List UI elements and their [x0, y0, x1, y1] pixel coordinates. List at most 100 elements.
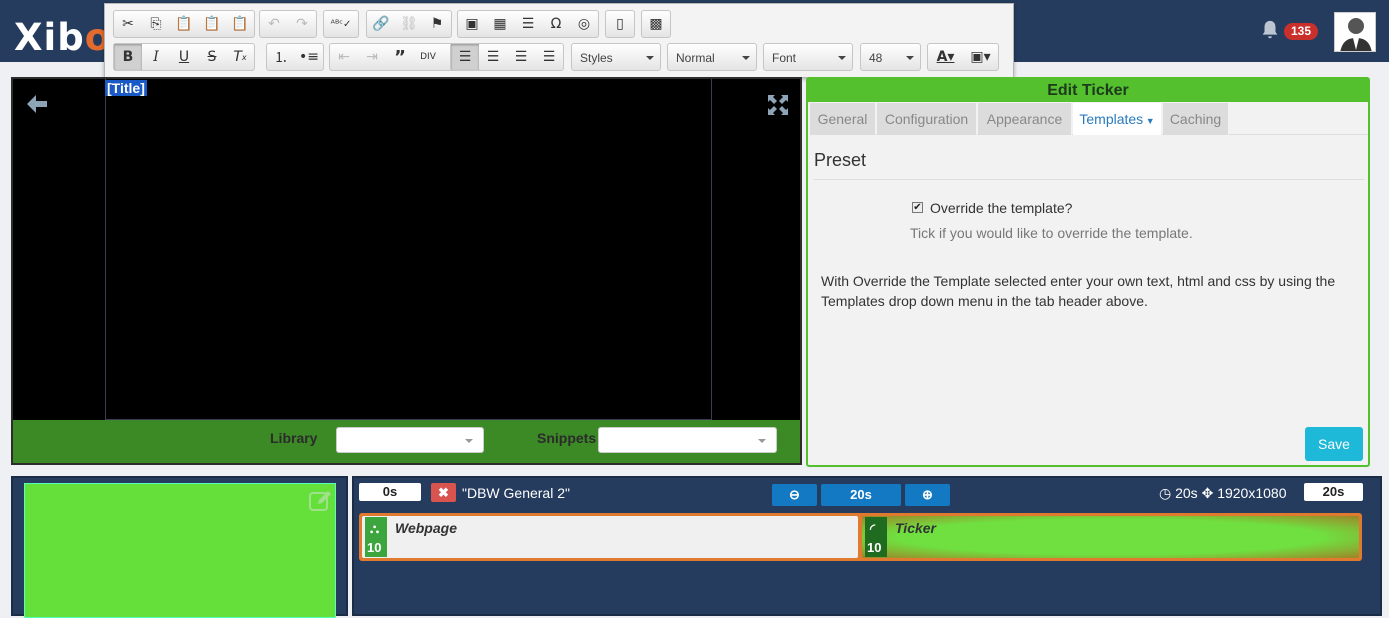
bell-icon[interactable]: [1259, 19, 1281, 41]
library-label: Library: [270, 430, 318, 446]
zoom-out-icon[interactable]: ⊖: [772, 484, 817, 506]
iframe-icon[interactable]: ◎: [570, 11, 598, 37]
align-justify-icon[interactable]: ☰: [535, 44, 563, 70]
text-color-icon[interactable]: A▾: [928, 44, 963, 70]
div-container-icon[interactable]: DIV: [414, 44, 442, 70]
align-left-icon[interactable]: ☰: [451, 44, 479, 70]
section-heading: Preset: [814, 150, 867, 170]
paste-word-icon[interactable]: 📋: [226, 11, 254, 37]
format-dropdown[interactable]: Normal: [667, 43, 757, 71]
undo-icon[interactable]: ↶: [260, 11, 288, 37]
align-right-icon[interactable]: ☰: [507, 44, 535, 70]
cut-icon[interactable]: ✂: [114, 11, 142, 37]
bold-icon[interactable]: B: [114, 44, 142, 70]
arrow-left-icon[interactable]: [25, 92, 49, 116]
tab-appearance[interactable]: Appearance: [978, 103, 1072, 135]
paste-text-icon[interactable]: 📋: [198, 11, 226, 37]
special-char-icon[interactable]: Ω: [542, 11, 570, 37]
duration: 20s: [1175, 485, 1198, 501]
align-center-icon[interactable]: ☰: [479, 44, 507, 70]
ticker-region[interactable]: [105, 79, 712, 420]
remove-format-icon[interactable]: Tx: [226, 44, 254, 70]
qr-group: ▩: [641, 10, 671, 38]
webpage-icon: ⛬ 10: [365, 517, 387, 557]
bulleted-list-icon[interactable]: •≡: [295, 44, 323, 70]
font-size-dropdown[interactable]: 48: [860, 43, 921, 71]
title-placeholder[interactable]: [Title]: [105, 80, 147, 96]
divider: [814, 179, 1364, 180]
spellcheck-icon[interactable]: ᴬᴮᶜ✓: [324, 11, 358, 37]
region-preview[interactable]: [24, 483, 336, 618]
editor-footer: Library Snippets: [13, 420, 800, 463]
indent-icon[interactable]: ⇥: [358, 44, 386, 70]
layout-preview-canvas: Library Snippets: [11, 77, 802, 465]
notification-badge[interactable]: 135: [1284, 23, 1319, 40]
image-icon[interactable]: ▣: [458, 11, 486, 37]
link-group: 🔗 ⛓ ⚑: [366, 10, 452, 38]
list-group: ⒈ •≡: [266, 43, 324, 71]
layout-name: "DBW General 2": [462, 485, 570, 501]
move-icon: ✥: [1201, 485, 1214, 501]
anchor-flag-icon[interactable]: ⚑: [423, 11, 451, 37]
font-dropdown[interactable]: Font: [763, 43, 853, 71]
styles-dropdown[interactable]: Styles: [571, 43, 661, 71]
clock-icon: ◷: [1159, 485, 1172, 501]
color-group: A▾ ▣▾: [927, 43, 999, 71]
tab-templates[interactable]: Templates ▼: [1073, 103, 1162, 135]
override-help-text: Tick if you would like to override the t…: [910, 225, 1193, 241]
align-group: ☰ ☰ ☰ ☰: [450, 43, 564, 71]
snippets-label: Snippets: [537, 430, 597, 446]
outdent-icon[interactable]: ⇤: [330, 44, 358, 70]
underline-icon[interactable]: U: [170, 44, 198, 70]
tab-caching[interactable]: Caching: [1163, 103, 1229, 135]
widget-ticker[interactable]: ◜ 10 Ticker: [862, 516, 1359, 558]
numbered-list-icon[interactable]: ⒈: [267, 44, 295, 70]
widget-ticker-title: Ticker: [895, 520, 936, 536]
timeline-end: 20s: [1304, 483, 1363, 501]
save-button[interactable]: Save: [1305, 427, 1363, 461]
edit-icon[interactable]: [309, 490, 333, 512]
widget-ticker-num: 10: [867, 540, 882, 555]
zoom-in-icon[interactable]: ⊕: [905, 484, 950, 506]
insert-group: ▣ ▦ ☰ Ω ◎: [457, 10, 599, 38]
horizontal-line-icon[interactable]: ☰: [514, 11, 542, 37]
timeline-panel: 0s ✖ "DBW General 2" ⊖ 20s ⊕ ◷ 20s ✥ 192…: [352, 476, 1382, 616]
tab-configuration[interactable]: Configuration: [877, 103, 977, 135]
region-preview-panel: [11, 476, 348, 618]
qr-code-icon[interactable]: ▩: [642, 11, 670, 37]
caret-down-icon: ▼: [1143, 116, 1155, 126]
library-select[interactable]: [336, 427, 484, 453]
avatar[interactable]: [1334, 12, 1376, 52]
timeline-start: 0s: [359, 483, 421, 501]
redo-icon[interactable]: ↷: [288, 11, 316, 37]
clipboard-group: ✂ ⎘ 📋 📋 📋: [113, 10, 255, 38]
source-group: ▯: [605, 10, 635, 38]
page-icon[interactable]: ▯: [606, 11, 634, 37]
fullscreen-icon[interactable]: [766, 93, 790, 117]
zoom-value[interactable]: 20s: [821, 484, 901, 506]
history-group: ↶ ↷: [259, 10, 317, 38]
panel-title: Edit Ticker: [808, 79, 1368, 102]
background-color-icon[interactable]: ▣▾: [963, 44, 998, 70]
table-icon[interactable]: ▦: [486, 11, 514, 37]
layout-meta: ◷ 20s ✥ 1920x1080: [1159, 485, 1287, 502]
paste-icon[interactable]: 📋: [170, 11, 198, 37]
widget-webpage[interactable]: ⛬ 10 Webpage: [362, 516, 858, 558]
link-icon[interactable]: 🔗: [367, 11, 395, 37]
unlink-icon[interactable]: ⛓: [395, 11, 423, 37]
copy-icon[interactable]: ⎘: [142, 11, 170, 37]
rss-glyph: ◜: [870, 521, 876, 536]
snippets-select[interactable]: [598, 427, 777, 453]
xibo-logo[interactable]: Xibo: [14, 16, 111, 59]
tab-templates-label: Templates: [1079, 111, 1144, 127]
edit-ticker-panel: Edit Ticker General Configuration Appear…: [806, 77, 1370, 467]
spellcheck-group: ᴬᴮᶜ✓: [323, 10, 359, 38]
region-track: ⛬ 10 Webpage ◜ 10 Ticker: [359, 513, 1362, 561]
override-label[interactable]: Override the template?: [930, 200, 1072, 216]
close-icon[interactable]: ✖: [431, 483, 456, 502]
tab-general[interactable]: General: [810, 103, 876, 135]
blockquote-icon[interactable]: ”: [386, 44, 414, 70]
override-checkbox[interactable]: ✔: [912, 202, 923, 213]
italic-icon[interactable]: I: [142, 44, 170, 70]
strikethrough-icon[interactable]: S: [198, 44, 226, 70]
